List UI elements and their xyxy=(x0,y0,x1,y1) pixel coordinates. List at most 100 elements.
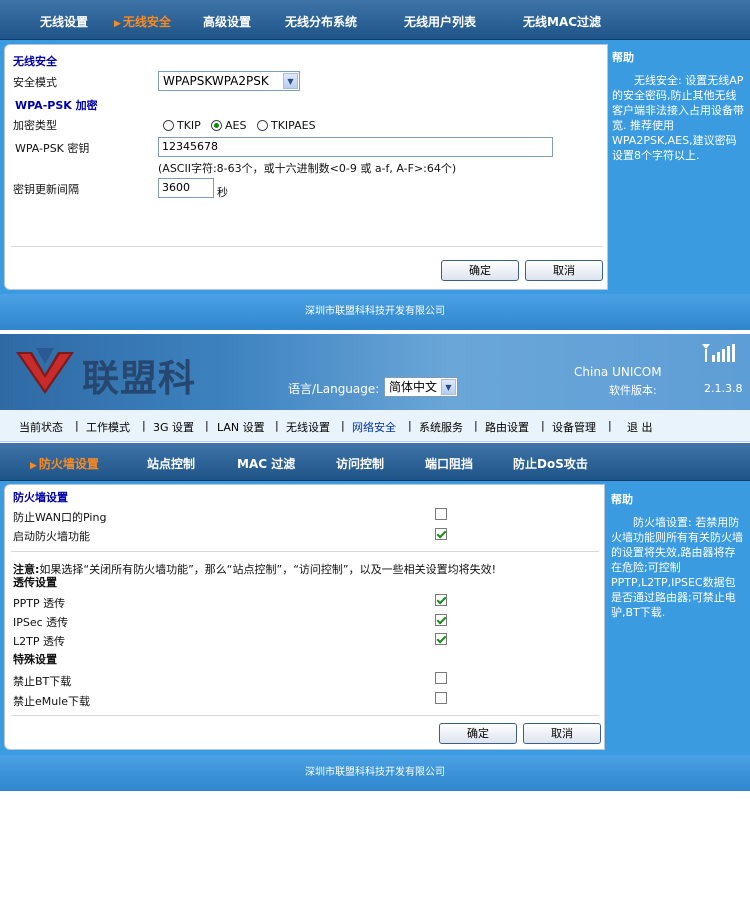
language-select[interactable]: 简体中文 ▼ xyxy=(384,377,458,397)
tab-dos-protection[interactable]: 防止DoS攻击 xyxy=(513,455,588,472)
passthrough-title: 透传设置 xyxy=(13,576,57,589)
arrow-right-icon: ▶ xyxy=(30,461,37,471)
save-button[interactable]: 确定 xyxy=(439,723,517,744)
wpa-key-input[interactable]: 12345678 xyxy=(158,137,553,157)
logo-icon xyxy=(16,348,74,394)
bottom-help-panel: 帮助 防火墙设置: 若禁用防火墙功能则所有有关防火墙的设置将失效,路由器将存在危… xyxy=(611,492,745,622)
nav-separator: | xyxy=(608,419,612,432)
enc-option-tkip: TKIP xyxy=(177,119,201,132)
tab-wireless-settings[interactable]: 无线设置 xyxy=(40,13,88,30)
firewall-note: 注意:如果选择“关闭所有防火墙功能”，那么“站点控制”，“访问控制”，以及一些相… xyxy=(13,561,496,577)
l2tp-label: L2TP 透传 xyxy=(13,635,65,648)
nav-work-mode[interactable]: 工作模式 xyxy=(86,419,130,435)
nav-routing[interactable]: 路由设置 xyxy=(485,419,529,435)
tab-port-block[interactable]: 端口阻挡 xyxy=(425,455,473,472)
version-value: 2.1.3.8 xyxy=(704,382,743,395)
tab-firewall[interactable]: ▶ 防火墙设置 xyxy=(30,455,99,472)
enc-option-tkipaes: TKIPAES xyxy=(271,119,316,132)
encryption-type-label: 加密类型 xyxy=(13,119,57,132)
router-header: 联盟科 语言/Language: 简体中文 ▼ China UNICOM 软件版… xyxy=(0,334,750,410)
nav-system-services[interactable]: 系统服务 xyxy=(419,419,463,435)
tab-advanced-settings[interactable]: 高级设置 xyxy=(203,13,251,30)
help-body: 无线安全: 设置无线AP的安全密码,防止其他无线客户端非法接入占用设备带宽. 推… xyxy=(612,74,744,162)
arrow-right-icon: ▶ xyxy=(114,19,121,29)
nav-separator: | xyxy=(142,419,146,432)
nav-status[interactable]: 当前状态 xyxy=(19,419,63,435)
ipsec-checkbox[interactable] xyxy=(435,614,447,626)
help-body: 防火墙设置: 若禁用防火墙功能则所有有关防火墙的设置将失效,路由器将存在危险;可… xyxy=(611,516,743,619)
firewall-title: 防火墙设置 xyxy=(13,491,68,504)
ping-label: 防止WAN口的Ping xyxy=(13,511,107,524)
brand-text: China UNICOM xyxy=(574,365,662,379)
top-tab-bar: 无线设置 ▶ 无线安全 高级设置 无线分布系统 无线用户列表 无线MAC过滤 xyxy=(0,0,750,40)
cancel-button[interactable]: 取消 xyxy=(525,260,603,281)
cancel-button[interactable]: 取消 xyxy=(523,723,601,744)
pptp-checkbox[interactable] xyxy=(435,594,447,606)
logo-text: 联盟科 xyxy=(82,357,196,400)
nav-network-security[interactable]: 网络安全 xyxy=(352,419,396,435)
tab-label: 防火墙设置 xyxy=(38,457,99,471)
tab-wireless-security[interactable]: ▶ 无线安全 xyxy=(114,13,171,30)
wpa-key-hint: (ASCII字符:8-63个，或十六进制数<0-9 或 a-f, A-F>:64… xyxy=(158,162,457,175)
security-mode-select[interactable]: WPAPSKWPA2PSK ▼ xyxy=(158,71,300,91)
tab-access-control[interactable]: 访问控制 xyxy=(336,455,384,472)
nav-separator: | xyxy=(75,419,79,432)
wpa-psk-title: WPA-PSK 加密 xyxy=(15,99,98,112)
key-renew-value: 3600 xyxy=(162,181,190,194)
divider xyxy=(11,246,603,247)
enc-radio-tkip[interactable] xyxy=(163,120,174,131)
nav-device-management[interactable]: 设备管理 xyxy=(552,419,596,435)
emule-label: 禁止eMule下载 xyxy=(13,695,91,708)
save-button[interactable]: 确定 xyxy=(441,260,519,281)
tab-wireless-mac-filter[interactable]: 无线MAC过滤 xyxy=(523,13,601,30)
tab-wireless-clients[interactable]: 无线用户列表 xyxy=(404,13,476,30)
nav-separator: | xyxy=(341,419,345,432)
nav-lan[interactable]: LAN 设置 xyxy=(217,419,265,435)
nav-3g[interactable]: 3G 设置 xyxy=(153,419,194,435)
nav-separator: | xyxy=(541,419,545,432)
bt-label: 禁止BT下载 xyxy=(13,675,72,688)
top-help-panel: 帮助 无线安全: 设置无线AP的安全密码,防止其他无线客户端非法接入占用设备带宽… xyxy=(612,50,744,180)
nav-separator: | xyxy=(205,419,209,432)
chevron-down-icon: ▼ xyxy=(283,73,298,89)
main-nav: 当前状态 | 工作模式 | 3G 设置 | LAN 设置 | 无线设置 | 网络… xyxy=(0,410,750,442)
tab-wds[interactable]: 无线分布系统 xyxy=(285,13,357,30)
note-text: 如果选择“关闭所有防火墙功能”，那么“站点控制”，“访问控制”，以及一些相关设置… xyxy=(39,563,497,576)
l2tp-checkbox[interactable] xyxy=(435,633,447,645)
bt-checkbox[interactable] xyxy=(435,672,447,684)
nav-wireless[interactable]: 无线设置 xyxy=(286,419,330,435)
wpa-key-value: 12345678 xyxy=(162,140,218,153)
tab-site-control[interactable]: 站点控制 xyxy=(147,455,195,472)
key-renew-unit: 秒 xyxy=(217,186,228,199)
wireless-security-panel: 无线安全 安全模式 WPAPSKWPA2PSK ▼ WPA-PSK 加密 加密类… xyxy=(4,44,608,290)
section-title: 无线安全 xyxy=(13,55,57,68)
help-title: 帮助 xyxy=(612,51,634,64)
enc-radio-tkipaes[interactable] xyxy=(257,120,268,131)
top-footer: 深圳市联盟科科技开发有限公司 xyxy=(0,294,750,330)
enable-firewall-checkbox[interactable] xyxy=(435,528,447,540)
nav-separator: | xyxy=(474,419,478,432)
ping-checkbox[interactable] xyxy=(435,508,447,520)
tab-mac-filter[interactable]: MAC 过滤 xyxy=(237,455,295,472)
key-renew-label: 密钥更新间隔 xyxy=(13,183,79,196)
security-mode-label: 安全模式 xyxy=(13,76,57,89)
bottom-footer: 深圳市联盟科科技开发有限公司 xyxy=(0,755,750,791)
special-title: 特殊设置 xyxy=(13,653,57,666)
nav-logout[interactable]: 退 出 xyxy=(627,419,653,435)
chevron-down-icon: ▼ xyxy=(441,379,456,395)
key-renew-input[interactable]: 3600 xyxy=(158,178,214,198)
tab-label: 无线安全 xyxy=(122,15,171,29)
firewall-panel: 防火墙设置 防止WAN口的Ping 启动防火墙功能 注意:如果选择“关闭所有防火… xyxy=(4,484,605,750)
footer-text: 深圳市联盟科科技开发有限公司 xyxy=(305,306,445,317)
language-label: 语言/Language: xyxy=(288,382,380,396)
divider xyxy=(11,715,599,716)
bottom-tab-bar: ▶ 防火墙设置 站点控制 MAC 过滤 访问控制 端口阻挡 防止DoS攻击 xyxy=(0,443,750,481)
language-value: 简体中文 xyxy=(389,380,438,394)
divider xyxy=(11,551,599,552)
emule-checkbox[interactable] xyxy=(435,692,447,704)
version-label: 软件版本: xyxy=(609,384,657,397)
nav-separator: | xyxy=(275,419,279,432)
security-mode-value: WPAPSKWPA2PSK xyxy=(163,74,269,88)
enc-radio-aes[interactable] xyxy=(211,120,222,131)
enable-firewall-label: 启动防火墙功能 xyxy=(13,530,90,543)
